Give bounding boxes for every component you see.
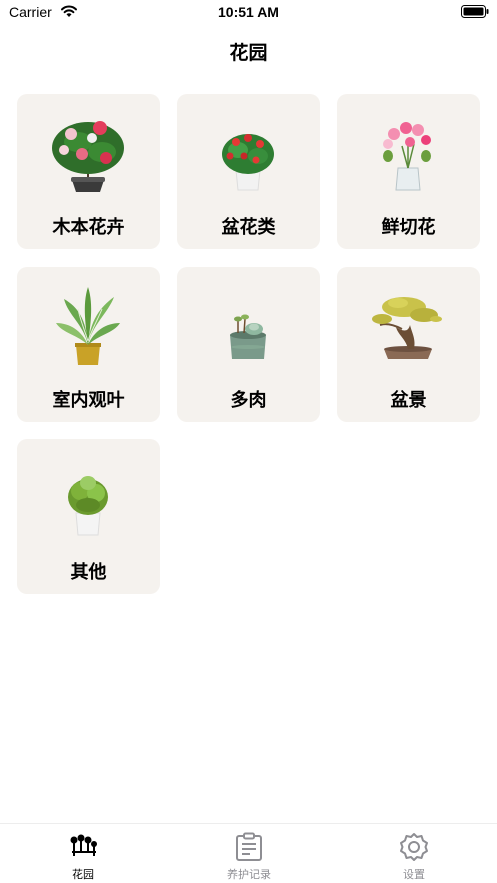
cut-flowers-vase-icon (383, 122, 431, 191)
category-card-indoor-foliage[interactable]: 室内观叶 (17, 267, 160, 422)
gear-icon (400, 833, 428, 861)
category-label: 盆花类 (221, 217, 276, 238)
tab-care-records[interactable]: 养护记录 (166, 824, 332, 883)
category-label: 鲜切花 (381, 217, 436, 238)
category-card-woody-flowers[interactable]: 木本花卉 (17, 94, 160, 249)
bonsai-icon (372, 297, 442, 359)
category-label: 盆景 (390, 390, 427, 411)
tab-label: 设置 (403, 868, 425, 881)
category-label: 木本花卉 (52, 217, 125, 238)
category-label: 室内观叶 (52, 390, 125, 411)
category-label: 多肉 (230, 390, 267, 411)
category-card-succulents[interactable]: 多肉 (177, 267, 320, 422)
camellia-plant-icon (52, 121, 124, 192)
category-card-cut-flowers[interactable]: 鲜切花 (337, 94, 480, 249)
tab-label: 花园 (72, 868, 94, 881)
clipboard-icon (236, 832, 262, 861)
tab-bar: 花园 养护记录 设置 (0, 823, 497, 883)
foliage-plant-icon (56, 287, 120, 365)
page-title: 花园 (229, 42, 268, 64)
succulent-icon (230, 314, 266, 359)
category-card-bonsai[interactable]: 盆景 (337, 267, 480, 422)
tab-garden[interactable]: 花园 (0, 824, 166, 883)
category-card-other[interactable]: 其他 (17, 439, 160, 594)
garden-icon (70, 834, 97, 856)
tab-settings[interactable]: 设置 (331, 824, 497, 883)
battery-icon (461, 5, 489, 18)
other-plant-icon (68, 476, 108, 536)
category-card-potted-flowers[interactable]: 盆花类 (177, 94, 320, 249)
status-bar: Carrier 10:51 AM (0, 0, 497, 26)
tab-label: 养护记录 (227, 868, 271, 881)
category-label: 其他 (70, 562, 107, 583)
status-time: 10:51 AM (218, 4, 279, 20)
potted-flower-icon (222, 134, 274, 191)
